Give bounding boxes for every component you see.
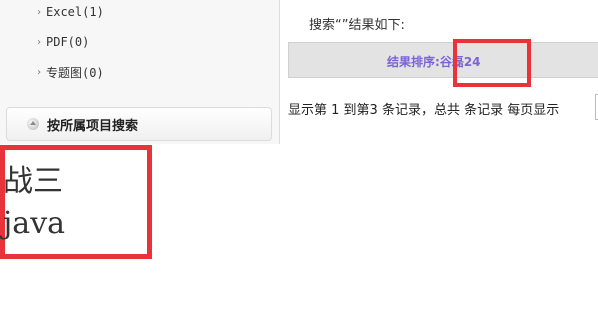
accordion-header-label: 按所属项目搜索 (47, 118, 139, 134)
sidebar-item-topic-map[interactable]: › 专题图(0) (36, 62, 104, 82)
search-results-title: 搜索“”结果如下: (309, 18, 405, 33)
sort-bar: 结果排序:谷磊24 (288, 42, 598, 78)
result-item[interactable]: java (3, 206, 65, 241)
annotation-highlight-box (453, 39, 531, 87)
sort-label-text: 结果排序: (387, 55, 440, 69)
chevron-right-icon: › (36, 6, 43, 18)
collapse-bullet-icon (27, 118, 39, 130)
project-search-accordion-header[interactable]: 按所属项目搜索 (6, 107, 272, 141)
chevron-right-icon: › (36, 66, 43, 78)
sidebar-item-pdf[interactable]: › PDF(0) (36, 32, 89, 52)
sidebar-item-label: Excel(1) (46, 5, 104, 19)
sidebar-item-excel[interactable]: › Excel(1) (36, 2, 104, 22)
sidebar: › Excel(1) › PDF(0) › 专题图(0) 按所属项目搜索 (0, 0, 280, 144)
sidebar-item-label: PDF(0) (46, 35, 90, 49)
pagination-summary: 显示第 1 到第3 条记录，总共 条记录 每页显示 (288, 103, 560, 118)
result-item[interactable]: 战三 (3, 156, 63, 200)
chevron-right-icon: › (36, 36, 43, 48)
sidebar-item-label: 专题图(0) (46, 65, 104, 80)
